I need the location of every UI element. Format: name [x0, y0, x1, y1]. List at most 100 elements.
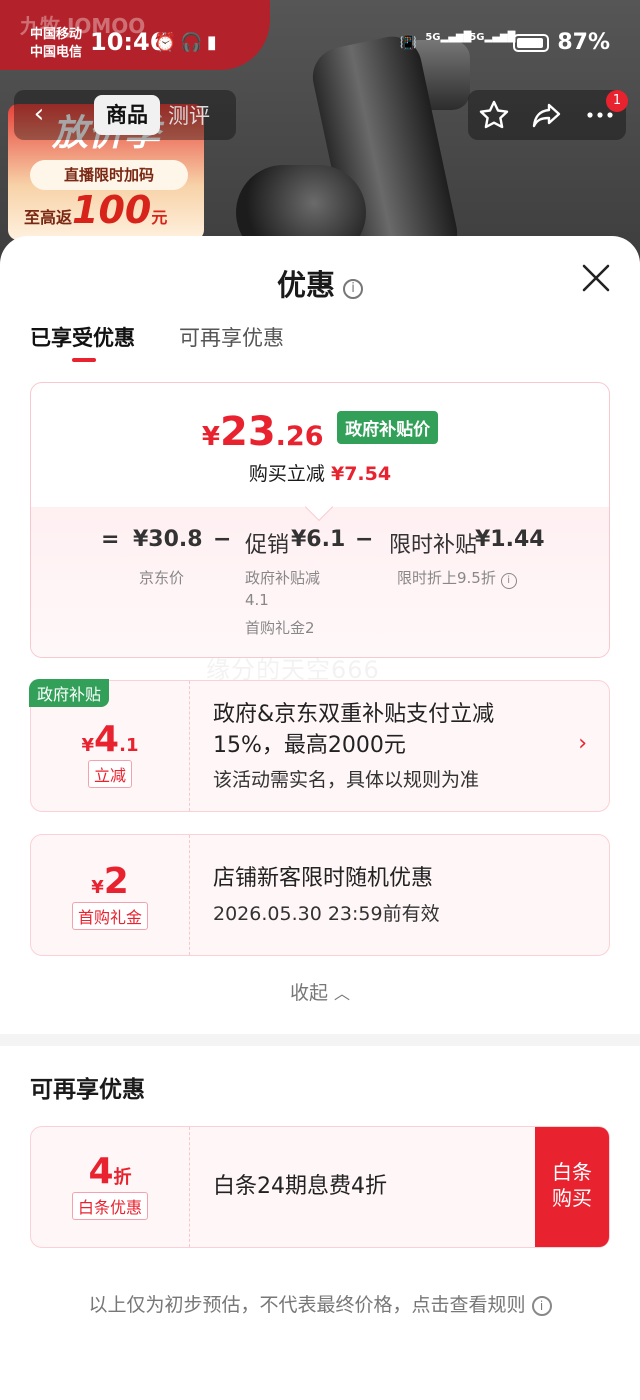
promo-caption: 政府补贴减 4.1 首购礼金2 [245, 567, 320, 639]
minus-sign-2: − [355, 527, 374, 552]
price-formula: = ¥30.8 − 促销 ¥6.1 − 限时补贴 ¥1.44 [31, 527, 609, 567]
baitiao-button-line-2: 购买 [552, 1186, 592, 1210]
promo-caption-line-1: 政府补贴减 [245, 569, 321, 587]
final-price: ¥23.26 政府补贴价 [31, 409, 609, 455]
coupon-amount-area: ¥2 首购礼金 [31, 835, 189, 955]
headphones-icon: 🎧 [180, 32, 207, 53]
limited-subsidy-label: 限时补贴 [389, 533, 478, 558]
alarm-icon: ⏰ [154, 32, 181, 53]
coupon-type-label: 立减 [87, 760, 132, 788]
promo-caption-line-1b: 4.1 [245, 591, 269, 609]
chevron-left-icon: ‹ [33, 99, 45, 129]
status-right: 📳 5G▂▄▆█ 5G▂▄▆█ 87% [400, 30, 610, 55]
sheet-title: 优惠 i [0, 262, 640, 304]
promo-label: 促销 [245, 533, 290, 558]
gov-subsidy-price-tag: 政府补贴价 [337, 411, 439, 444]
coupon-divider [189, 835, 190, 955]
coupon-type-label: 白条优惠 [71, 1192, 148, 1220]
coupon-divider [189, 681, 190, 811]
coupon-amount-unit: 折 [113, 1167, 132, 1188]
discount-sheet: 优惠 i 已享受优惠 可再享优惠 ¥23.26 政府补贴价 购买立减 ¥7.54 … [0, 236, 640, 1400]
price-summary: ¥23.26 政府补贴价 购买立减 ¥7.54 = ¥30.8 − 促销 ¥6.… [30, 382, 610, 658]
back-button[interactable]: ‹ [14, 90, 64, 140]
baitiao-buy-button[interactable]: 白条 购买 [535, 1127, 609, 1247]
status-icons: ⏰🎧▮ [154, 32, 221, 53]
coupon-rule-note: 该活动需实名，具体以规则为准 [213, 769, 480, 791]
coupon-desc: 白条24期息费4折 [213, 1174, 387, 1199]
final-price-dec: .26 [275, 421, 324, 452]
equals-sign: = [101, 527, 120, 552]
tab-product[interactable]: 商品 [94, 95, 160, 135]
star-icon[interactable] [478, 99, 510, 131]
battery-saver-icon: ▮ [206, 32, 221, 53]
coupon-desc-line-2: 15%，最高2000元 [213, 733, 406, 758]
limited-info-icon[interactable]: i [500, 573, 517, 589]
reduce-label: 购买立减 [248, 463, 325, 485]
notification-badge: 1 [606, 90, 628, 112]
coupon-amount: ¥2 [31, 861, 189, 902]
final-price-int: 23 [220, 409, 276, 455]
promo-caption-line-2: 首购礼金2 [245, 619, 315, 637]
coupon-desc: 店铺新客限时随机优惠 [213, 866, 434, 891]
collapse-label: 收起 [289, 982, 328, 1004]
promo-pill: 直播限时加码 [30, 160, 188, 190]
status-bar: 中国移动 中国电信 10:46 ⏰🎧▮ 📳 5G▂▄▆█ 5G▂▄▆█ 87% [0, 0, 640, 86]
signal-1-icon: 5G▂▄▆█ [425, 31, 472, 43]
rules-link[interactable]: 以上仅为初步预估，不代表最终价格，点击查看规则 i [0, 1290, 640, 1317]
coupon-desc: 政府&京东双重补贴支付立减 15%，最高2000元 [213, 699, 494, 761]
discount-tabs: 已享受优惠 可再享优惠 [30, 322, 284, 362]
limited-subsidy-value: ¥1.44 [475, 527, 545, 552]
reduce-value: ¥7.54 [330, 463, 392, 485]
coupon-divider [189, 1127, 190, 1247]
info-icon: i [531, 1296, 552, 1316]
collapse-button[interactable]: 收起 ︿ [0, 978, 640, 1005]
close-icon[interactable] [580, 262, 612, 294]
battery-icon [513, 33, 550, 52]
carrier-info: 中国移动 中国电信 [30, 26, 82, 62]
gov-subsidy-corner-tag: 政府补贴 [29, 679, 110, 707]
coupon-amount: ¥4.1 [31, 719, 189, 760]
carrier-2: 中国电信 [30, 45, 83, 60]
coupon-amount-dec: .1 [119, 735, 139, 756]
battery-percent: 87% [557, 30, 610, 55]
final-price-currency: ¥ [201, 422, 220, 452]
signal-2-icon: 5G▂▄▆█ [469, 31, 516, 43]
coupon-amount: 4折 [31, 1151, 189, 1192]
promo-unit: 元 [151, 208, 168, 227]
nav-actions [468, 90, 626, 140]
coupon-expiry: 2026.05.30 23:59前有效 [213, 903, 440, 925]
coupon-baitiao: 4折 白条优惠 白条24期息费4折 白条 购买 [30, 1126, 610, 1248]
chevron-up-icon: ︿ [334, 984, 351, 1003]
total-reduction: 购买立减 ¥7.54 [31, 459, 609, 486]
coupon-gov-subsidy[interactable]: ¥4.1 立减 政府补贴 政府&京东双重补贴支付立减 15%，最高2000元 该… [29, 679, 610, 812]
info-icon[interactable]: i [343, 279, 363, 299]
carrier-1: 中国移动 [30, 27, 83, 42]
share-icon[interactable] [531, 99, 563, 131]
baitiao-button-line-1: 白条 [552, 1160, 592, 1184]
coupon-amount-area: 4折 白条优惠 [31, 1127, 189, 1247]
coupon-desc-line-1: 政府&京东双重补贴支付立减 [213, 702, 495, 727]
tab-review[interactable]: 测评 [160, 100, 218, 130]
tab-more-discounts[interactable]: 可再享优惠 [179, 322, 284, 352]
limited-caption: 限时折上9.5折 i [397, 567, 517, 589]
coupon-type-label: 首购礼金 [71, 902, 148, 930]
minus-sign-1: − [213, 527, 232, 552]
jd-price-caption: 京东价 [139, 569, 185, 587]
coupon-currency: ¥ [81, 735, 95, 756]
coupon-amount-int: 4 [94, 719, 120, 760]
promo-value: ¥6.1 [291, 527, 346, 552]
limited-caption-text: 限时折上9.5折 [397, 569, 496, 587]
sheet-title-text: 优惠 [276, 268, 335, 302]
section-divider [0, 1034, 640, 1046]
promo-amount-line: 至高返100元 [24, 188, 167, 232]
coupon-amount-int: 2 [103, 861, 129, 902]
footer-note-text: 以上仅为初步预估，不代表最终价格，点击查看规则 [88, 1294, 526, 1316]
coupon-currency: ¥ [91, 877, 104, 898]
coupon-amount-int: 4 [88, 1151, 114, 1192]
promo-prefix: 至高返 [24, 208, 73, 227]
tab-enjoyed-discounts[interactable]: 已享受优惠 [30, 322, 135, 362]
chevron-right-icon[interactable]: › [578, 731, 587, 756]
product-nav-tabs: 商品 测评 [64, 90, 236, 140]
coupon-first-purchase: ¥2 首购礼金 店铺新客限时随机优惠 2026.05.30 23:59前有效 [30, 834, 610, 956]
vibrate-icon: 📳 [399, 34, 418, 51]
